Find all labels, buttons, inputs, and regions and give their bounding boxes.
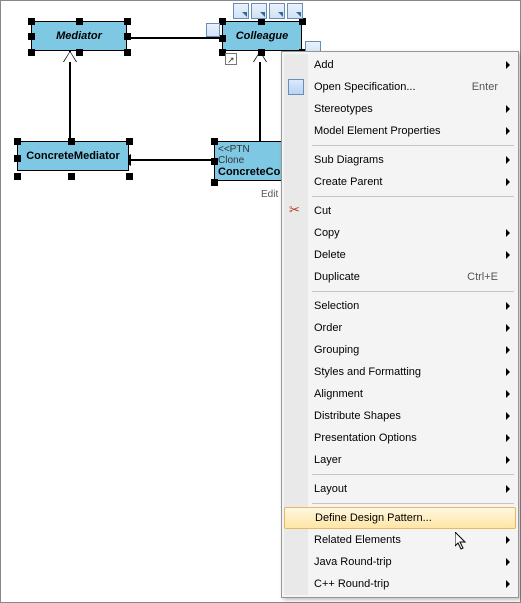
menu-selection[interactable]: Selection [284, 295, 516, 317]
menu-separator [312, 196, 514, 197]
menu-order[interactable]: Order [284, 317, 516, 339]
chevron-right-icon [506, 536, 510, 544]
chevron-right-icon [506, 485, 510, 493]
menu-layer[interactable]: Layer [284, 449, 516, 471]
menu-alignment[interactable]: Alignment [284, 383, 516, 405]
menu-copy[interactable]: Copy [284, 222, 516, 244]
resource-icon-cube[interactable] [206, 23, 220, 37]
chevron-right-icon [506, 229, 510, 237]
menu-separator [312, 145, 514, 146]
class-concrete-mediator-label: ConcreteMediator [20, 150, 126, 162]
chevron-right-icon [506, 61, 510, 69]
resource-icon[interactable] [251, 3, 267, 19]
menu-define-design-pattern[interactable]: Define Design Pattern... [284, 507, 516, 529]
menu-open-specification[interactable]: Open Specification... Enter [284, 76, 516, 98]
chevron-right-icon [506, 434, 510, 442]
link-indicator-icon: ↗ [225, 53, 237, 65]
scissors-icon [288, 203, 304, 219]
chevron-right-icon [506, 368, 510, 376]
class-mediator[interactable]: Mediator [31, 21, 127, 51]
resource-icon[interactable] [269, 3, 285, 19]
spec-icon [288, 79, 304, 95]
class-concrete-colleague-label: ConcreteCo [218, 166, 278, 178]
chevron-right-icon [506, 346, 510, 354]
menu-model-element-properties[interactable]: Model Element Properties [284, 120, 516, 142]
chevron-right-icon [506, 580, 510, 588]
chevron-right-icon [506, 127, 510, 135]
chevron-right-icon [506, 178, 510, 186]
class-concrete-mediator[interactable]: ConcreteMediator [17, 141, 129, 171]
menu-layout[interactable]: Layout [284, 478, 516, 500]
chevron-right-icon [506, 390, 510, 398]
menu-cpp-round-trip[interactable]: C++ Round-trip [284, 573, 516, 595]
menu-delete[interactable]: Delete [284, 244, 516, 266]
generalization-line-left [69, 51, 71, 141]
menu-java-round-trip[interactable]: Java Round-trip [284, 551, 516, 573]
menu-sub-diagrams[interactable]: Sub Diagrams [284, 149, 516, 171]
menu-distribute-shapes[interactable]: Distribute Shapes [284, 405, 516, 427]
chevron-right-icon [506, 251, 510, 259]
diagram-canvas[interactable]: Mediator Colleague ↗ ConcreteMediator <<… [1, 1, 520, 602]
chevron-right-icon [506, 456, 510, 464]
chevron-right-icon [506, 324, 510, 332]
chevron-right-icon [506, 156, 510, 164]
resource-icon[interactable] [233, 3, 249, 19]
class-colleague[interactable]: Colleague [222, 21, 302, 51]
menu-create-parent[interactable]: Create Parent [284, 171, 516, 193]
menu-duplicate[interactable]: Duplicate Ctrl+E [284, 266, 516, 288]
menu-separator [312, 474, 514, 475]
generalization-line-right [259, 51, 261, 141]
resource-icons-top[interactable] [233, 3, 303, 19]
menu-styles-formatting[interactable]: Styles and Formatting [284, 361, 516, 383]
class-concrete-colleague[interactable]: <<PTN Clone ConcreteCo [214, 141, 282, 181]
class-concrete-colleague-stereo: <<PTN Clone [218, 144, 278, 166]
chevron-right-icon [506, 105, 510, 113]
menu-presentation-options[interactable]: Presentation Options [284, 427, 516, 449]
menu-related-elements[interactable]: Related Elements [284, 529, 516, 551]
association-line [126, 37, 222, 39]
edit-label: Edit [261, 189, 278, 200]
class-mediator-label: Mediator [34, 30, 124, 42]
menu-add[interactable]: Add [284, 54, 516, 76]
chevron-right-icon [506, 412, 510, 420]
menu-stereotypes[interactable]: Stereotypes [284, 98, 516, 120]
menu-separator [312, 291, 514, 292]
chevron-right-icon [506, 302, 510, 310]
chevron-right-icon [506, 558, 510, 566]
menu-separator [312, 503, 514, 504]
class-colleague-label: Colleague [225, 30, 299, 42]
resource-icon[interactable] [287, 3, 303, 19]
association-line-bottom [129, 159, 213, 161]
context-menu[interactable]: Add Open Specification... Enter Stereoty… [281, 51, 519, 598]
menu-grouping[interactable]: Grouping [284, 339, 516, 361]
menu-cut[interactable]: Cut [284, 200, 516, 222]
